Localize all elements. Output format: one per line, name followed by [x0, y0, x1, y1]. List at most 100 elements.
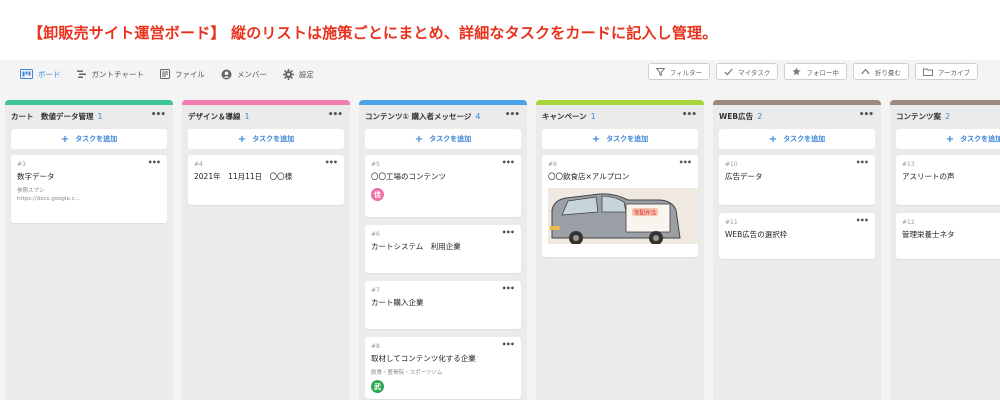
tab-board[interactable]: ボード — [12, 65, 69, 83]
column-count: 1 — [97, 111, 103, 121]
add-task-button[interactable]: + タスクを追加 — [896, 129, 1000, 149]
column-header: カート 数値データ管理 1 ••• — [5, 105, 173, 127]
tab-settings-label: 設定 — [298, 69, 314, 79]
card-id: #11 — [725, 219, 738, 226]
task-card[interactable]: #11 WEB広告の選択枠 ••• — [719, 213, 875, 259]
task-card[interactable]: #8 取材してコンテンツ化する企業 飲食・整骨院・スポーツジム 武 ••• — [365, 337, 521, 399]
card-note: 飲食・整骨院・スポーツジム — [371, 370, 443, 376]
column-title: キャンペーン — [542, 111, 587, 121]
avatar[interactable]: 武 — [371, 380, 384, 394]
following-button-label: フォロー中 — [806, 68, 839, 77]
add-task-label: タスクを追加 — [606, 135, 649, 143]
card-note: 参照スプシ — [17, 188, 45, 194]
card-id: #13 — [902, 161, 915, 168]
column-title: カート 数値データ管理 — [11, 111, 94, 121]
task-card[interactable]: #5 〇〇工場のコンテンツ 佳 ••• — [365, 155, 521, 217]
plus-icon: + — [237, 133, 247, 145]
tab-settings[interactable]: 設定 — [275, 65, 322, 83]
tab-members-label: メンバー — [236, 69, 267, 79]
filter-button[interactable]: フィルター — [647, 63, 711, 80]
card-id: #3 — [17, 161, 26, 168]
collapse-button-label: 折り畳む — [874, 68, 901, 77]
card-more-icon[interactable]: ••• — [856, 158, 869, 167]
column-more-icon[interactable]: ••• — [859, 110, 874, 120]
column-title: コンテンツ① 購入者メッセージ — [365, 111, 472, 121]
task-card[interactable]: #4 2021年 11月11日 〇〇様 ••• — [188, 155, 344, 205]
task-card[interactable]: #10 広告データ ••• — [719, 155, 875, 205]
task-card[interactable]: #6 カートシステム 利用企業 ••• — [365, 225, 521, 273]
following-button[interactable]: フォロー中 — [784, 63, 847, 80]
banner: 【卸販売サイト運営ボード】 縦のリストは施策ごとにまとめ、詳細なタスクをカードに… — [0, 0, 1000, 60]
card-title: 2021年 11月11日 〇〇様 — [194, 172, 293, 181]
card-more-icon[interactable]: ••• — [325, 158, 338, 167]
tab-members[interactable]: メンバー — [213, 65, 275, 83]
card-more-icon[interactable]: ••• — [502, 228, 515, 237]
column-count: 1 — [590, 111, 596, 121]
column-count: 2 — [757, 111, 763, 121]
collapse-button[interactable]: 折り畳む — [852, 63, 909, 80]
board-actions: フィルター マイタスク フォロー中 折り畳む アーカイブ — [647, 63, 978, 80]
gantt-icon — [76, 70, 86, 78]
archive-button[interactable]: アーカイブ — [914, 63, 978, 80]
card-id: #12 — [902, 219, 915, 226]
task-card[interactable]: #12 管理栄養士ネタ — [896, 213, 1000, 259]
task-card[interactable]: #7 カート購入企業 ••• — [365, 281, 521, 329]
add-task-label: タスクを追加 — [960, 135, 1000, 143]
tab-gantt[interactable]: ガントチャート — [69, 65, 152, 83]
card-more-icon[interactable]: ••• — [856, 216, 869, 225]
card-title: 取材してコンテンツ化する企業 — [371, 354, 476, 363]
list-column: デザイン＆導線 1 ••• + タスクを追加 #4 2021年 11月11日 〇〇… — [182, 100, 350, 400]
add-task-button[interactable]: + タスクを追加 — [365, 129, 521, 149]
column-count: 1 — [244, 111, 250, 121]
my-tasks-button-label: マイタスク — [738, 68, 771, 77]
app: ボード ガントチャート ファイル メンバー 設定 フィルター マイタスク フォロ… — [0, 60, 1000, 400]
avatar[interactable]: 佳 — [371, 188, 384, 201]
card-more-icon[interactable]: ••• — [502, 284, 515, 293]
card-id: #10 — [725, 161, 738, 168]
add-task-button[interactable]: + タスクを追加 — [11, 129, 167, 149]
board-icon — [20, 69, 33, 79]
card-title: 広告データ — [725, 172, 763, 181]
card-title: アスリートの声 — [902, 172, 955, 181]
svg-text:宅配弁当: 宅配弁当 — [634, 209, 656, 217]
board: カート 数値データ管理 1 ••• + タスクを追加 #3 数字データ 参照スプシ… — [5, 100, 1000, 400]
archive-button-label: アーカイブ — [937, 68, 970, 77]
tab-board-label: ボード — [38, 69, 61, 79]
add-task-button[interactable]: + タスクを追加 — [719, 129, 875, 149]
chevron-up-icon — [861, 68, 870, 75]
add-task-button[interactable]: + タスクを追加 — [542, 129, 698, 149]
card-more-icon[interactable]: ••• — [679, 158, 692, 167]
gear-icon — [282, 68, 294, 80]
tab-file[interactable]: ファイル — [152, 65, 213, 83]
column-more-icon[interactable]: ••• — [151, 110, 166, 120]
plus-icon: + — [414, 133, 424, 145]
task-card[interactable]: #9 〇〇飲食店×アルプロン 宅配弁当 ••• — [542, 155, 698, 257]
add-task-label: タスクを追加 — [783, 135, 826, 143]
card-title: 管理栄養士ネタ — [902, 230, 955, 239]
list-column: コンテンツ案 2 + タスクを追加 #13 アスリートの声 #12 管理栄養士ネタ — [890, 100, 1000, 400]
plus-icon: + — [768, 133, 778, 145]
plus-icon: + — [60, 133, 70, 145]
column-more-icon[interactable]: ••• — [682, 110, 697, 120]
task-card[interactable]: #13 アスリートの声 — [896, 155, 1000, 205]
column-count: 4 — [475, 111, 481, 121]
card-title: カートシステム 利用企業 — [371, 242, 461, 251]
members-icon — [221, 69, 232, 79]
folder-icon — [922, 68, 933, 76]
card-image[interactable]: 宅配弁当 — [548, 188, 698, 244]
card-link[interactable]: https://docs.google.c... — [17, 195, 161, 203]
my-tasks-button[interactable]: マイタスク — [716, 63, 779, 80]
card-title: 〇〇飲食店×アルプロン — [548, 172, 630, 181]
card-more-icon[interactable]: ••• — [502, 158, 515, 167]
add-task-button[interactable]: + タスクを追加 — [188, 129, 344, 149]
file-icon — [159, 69, 170, 79]
column-more-icon[interactable]: ••• — [505, 110, 520, 120]
tab-gantt-label: ガントチャート — [91, 69, 144, 79]
card-more-icon[interactable]: ••• — [148, 158, 161, 167]
column-more-icon[interactable]: ••• — [328, 110, 343, 120]
column-title: WEB広告 — [719, 111, 754, 121]
view-tabs: ボード ガントチャート ファイル メンバー 設定 — [12, 65, 322, 83]
card-title: 〇〇工場のコンテンツ — [371, 172, 446, 181]
card-more-icon[interactable]: ••• — [502, 340, 515, 349]
task-card[interactable]: #3 数字データ 参照スプシ https://docs.google.c... … — [11, 155, 167, 223]
